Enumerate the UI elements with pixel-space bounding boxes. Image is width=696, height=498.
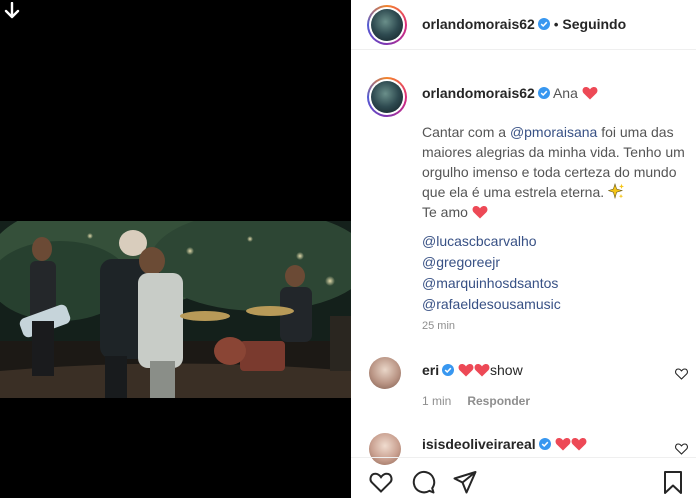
caption-text-end: Te amo: [422, 204, 468, 220]
red-heart-emoji-icon: [582, 87, 598, 100]
caption-text-part: Cantar com a: [422, 124, 510, 140]
caption-title: Ana: [552, 85, 578, 101]
header-user-line: orlandomorais62 • Seguindo: [422, 16, 626, 32]
comment-avatar[interactable]: [369, 357, 401, 389]
header-username[interactable]: orlandomorais62: [422, 16, 535, 32]
tag-link[interactable]: @gregoreejr: [422, 252, 561, 273]
post-media[interactable]: [0, 0, 351, 498]
comment-text-line: isisdeoliveirareal: [422, 436, 587, 452]
tag-link[interactable]: @marquinhosdsantos: [422, 273, 561, 294]
comment-text-line: eri show: [422, 362, 523, 378]
heart-icon[interactable]: [368, 469, 394, 495]
verified-icon: [537, 87, 550, 99]
comment-username[interactable]: isisdeoliveirareal: [422, 436, 536, 452]
comment-like-heart-icon[interactable]: [675, 368, 688, 380]
tag-link[interactable]: @rafaeldesousamusic: [422, 294, 561, 315]
header-separator: •: [553, 17, 559, 32]
red-heart-emoji-icon: [472, 206, 488, 219]
caption-timestamp[interactable]: 25 min: [422, 320, 455, 332]
red-heart-emoji-icon: [474, 364, 490, 377]
comment-text: show: [490, 362, 523, 378]
comment-like-heart-icon[interactable]: [675, 443, 688, 455]
post-side-panel: orlandomorais62 • Seguindo orlandomorais6…: [351, 0, 696, 498]
caption-username[interactable]: orlandomorais62: [422, 85, 535, 101]
caption-mention-link[interactable]: @pmoraisana: [510, 124, 597, 140]
caption-avatar[interactable]: [367, 77, 407, 117]
verified-icon: [537, 18, 550, 30]
caption-tags: @lucascbcarvalho @gregoreejr @marquinhos…: [422, 231, 561, 315]
down-arrow-icon[interactable]: [4, 2, 20, 20]
verified-icon: [442, 364, 455, 376]
sparkles-emoji-icon: [608, 183, 625, 200]
caption-header-line: orlandomorais62 Ana: [422, 85, 598, 101]
video-still-image: [0, 221, 351, 398]
caption-text: Cantar com a @pmoraisana foi uma das mai…: [422, 122, 687, 222]
video-frame[interactable]: [0, 221, 351, 398]
red-heart-emoji-icon: [458, 364, 474, 377]
comment-meta: 1 min Responder: [422, 394, 530, 408]
comment-icon[interactable]: [410, 469, 436, 495]
red-heart-emoji-icon: [571, 438, 586, 451]
post-header: orlandomorais62 • Seguindo: [351, 0, 696, 50]
comment-username[interactable]: eri: [422, 362, 439, 378]
reply-button[interactable]: Responder: [467, 394, 530, 408]
bookmark-icon[interactable]: [660, 469, 686, 495]
tag-link[interactable]: @lucascbcarvalho: [422, 231, 561, 252]
verified-icon: [538, 438, 551, 450]
author-avatar[interactable]: [367, 5, 407, 45]
follow-status-button[interactable]: Seguindo: [562, 16, 626, 32]
red-heart-emoji-icon: [555, 438, 570, 451]
share-icon[interactable]: [452, 469, 478, 495]
comment-time[interactable]: 1 min: [422, 394, 451, 408]
post-action-bar: [351, 457, 696, 498]
